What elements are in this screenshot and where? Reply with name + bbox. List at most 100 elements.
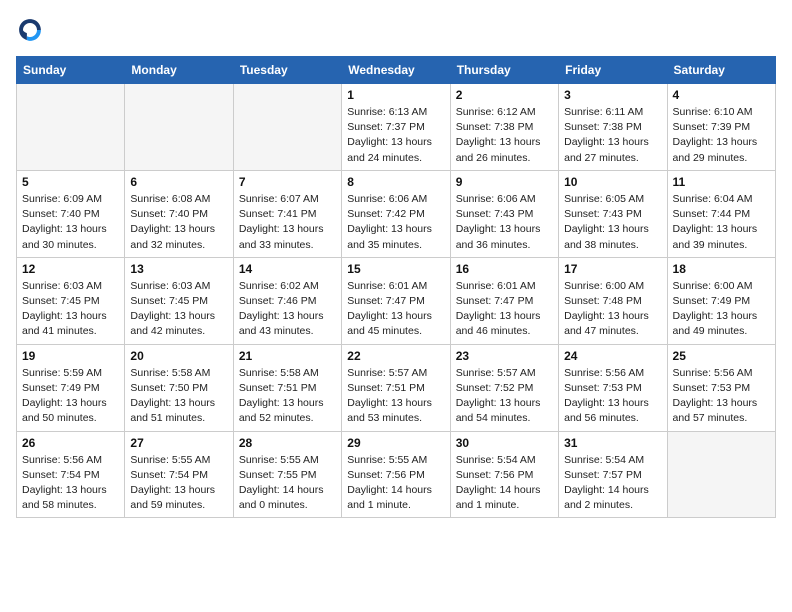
day-info: Sunrise: 5:55 AM Sunset: 7:55 PM Dayligh… <box>239 453 336 514</box>
day-info: Sunrise: 5:54 AM Sunset: 7:57 PM Dayligh… <box>564 453 661 514</box>
calendar-day-cell <box>233 84 341 171</box>
day-info: Sunrise: 6:01 AM Sunset: 7:47 PM Dayligh… <box>456 279 553 340</box>
page-header <box>16 16 776 44</box>
day-number: 6 <box>130 175 227 189</box>
logo <box>16 16 48 44</box>
day-info: Sunrise: 6:07 AM Sunset: 7:41 PM Dayligh… <box>239 192 336 253</box>
calendar-day-cell: 7Sunrise: 6:07 AM Sunset: 7:41 PM Daylig… <box>233 170 341 257</box>
calendar-day-cell: 18 Sunrise: 6:00 AM Sunset: 7:49 PM Dayli… <box>667 257 775 344</box>
day-number: 24 <box>564 349 661 363</box>
day-info: Sunrise: 6:13 AM Sunset: 7:37 PM Dayligh… <box>347 105 444 166</box>
calendar-day-cell: 27Sunrise: 5:55 AM Sunset: 7:54 PM Dayli… <box>125 431 233 518</box>
calendar-day-cell: 29 Sunrise: 5:55 AM Sunset: 7:56 PM Dayli… <box>342 431 450 518</box>
day-info: Sunrise: 6:00 AM Sunset: 7:48 PM Dayligh… <box>564 279 661 340</box>
logo-icon <box>16 16 44 44</box>
calendar-day-cell: 19 Sunrise: 5:59 AM Sunset: 7:49 PM Dayli… <box>17 344 125 431</box>
day-number: 14 <box>239 262 336 276</box>
day-info: Sunrise: 6:11 AM Sunset: 7:38 PM Dayligh… <box>564 105 661 166</box>
day-info: Sunrise: 5:57 AM Sunset: 7:51 PM Dayligh… <box>347 366 444 427</box>
day-number: 28 <box>239 436 336 450</box>
calendar-day-cell: 6 Sunrise: 6:08 AM Sunset: 7:40 PM Daylig… <box>125 170 233 257</box>
day-info: Sunrise: 5:54 AM Sunset: 7:56 PM Dayligh… <box>456 453 553 514</box>
day-number: 17 <box>564 262 661 276</box>
day-info: Sunrise: 6:06 AM Sunset: 7:42 PM Dayligh… <box>347 192 444 253</box>
day-info: Sunrise: 5:58 AM Sunset: 7:50 PM Dayligh… <box>130 366 227 427</box>
calendar-day-cell: 14 Sunrise: 6:02 AM Sunset: 7:46 PM Dayli… <box>233 257 341 344</box>
weekday-header: Friday <box>559 57 667 84</box>
day-number: 5 <box>22 175 119 189</box>
day-info: Sunrise: 5:58 AM Sunset: 7:51 PM Dayligh… <box>239 366 336 427</box>
day-number: 29 <box>347 436 444 450</box>
day-number: 19 <box>22 349 119 363</box>
day-number: 4 <box>673 88 770 102</box>
calendar-day-cell <box>125 84 233 171</box>
calendar-day-cell: 2Sunrise: 6:12 AM Sunset: 7:38 PM Daylig… <box>450 84 558 171</box>
calendar-day-cell: 21 Sunrise: 5:58 AM Sunset: 7:51 PM Dayli… <box>233 344 341 431</box>
calendar-day-cell <box>17 84 125 171</box>
weekday-header: Saturday <box>667 57 775 84</box>
day-info: Sunrise: 6:03 AM Sunset: 7:45 PM Dayligh… <box>130 279 227 340</box>
day-info: Sunrise: 6:00 AM Sunset: 7:49 PM Dayligh… <box>673 279 770 340</box>
calendar-day-cell: 11Sunrise: 6:04 AM Sunset: 7:44 PM Dayli… <box>667 170 775 257</box>
day-number: 25 <box>673 349 770 363</box>
weekday-header: Thursday <box>450 57 558 84</box>
calendar-day-cell: 30 Sunrise: 5:54 AM Sunset: 7:56 PM Dayli… <box>450 431 558 518</box>
calendar-week-row: 1 Sunrise: 6:13 AM Sunset: 7:37 PM Daylig… <box>17 84 776 171</box>
calendar-day-cell: 10 Sunrise: 6:05 AM Sunset: 7:43 PM Dayli… <box>559 170 667 257</box>
calendar-day-cell: 23 Sunrise: 5:57 AM Sunset: 7:52 PM Dayli… <box>450 344 558 431</box>
day-info: Sunrise: 6:04 AM Sunset: 7:44 PM Dayligh… <box>673 192 770 253</box>
day-number: 15 <box>347 262 444 276</box>
day-number: 31 <box>564 436 661 450</box>
calendar-day-cell: 24 Sunrise: 5:56 AM Sunset: 7:53 PM Dayli… <box>559 344 667 431</box>
calendar-day-cell: 4Sunrise: 6:10 AM Sunset: 7:39 PM Daylig… <box>667 84 775 171</box>
day-info: Sunrise: 5:56 AM Sunset: 7:53 PM Dayligh… <box>673 366 770 427</box>
calendar-day-cell: 9 Sunrise: 6:06 AM Sunset: 7:43 PM Daylig… <box>450 170 558 257</box>
day-number: 9 <box>456 175 553 189</box>
calendar-day-cell: 25 Sunrise: 5:56 AM Sunset: 7:53 PM Dayli… <box>667 344 775 431</box>
weekday-header: Sunday <box>17 57 125 84</box>
day-number: 30 <box>456 436 553 450</box>
day-info: Sunrise: 5:56 AM Sunset: 7:53 PM Dayligh… <box>564 366 661 427</box>
day-number: 1 <box>347 88 444 102</box>
day-number: 23 <box>456 349 553 363</box>
calendar-week-row: 12 Sunrise: 6:03 AM Sunset: 7:45 PM Dayli… <box>17 257 776 344</box>
day-number: 18 <box>673 262 770 276</box>
calendar-header-row: SundayMondayTuesdayWednesdayThursdayFrid… <box>17 57 776 84</box>
calendar-week-row: 5Sunrise: 6:09 AM Sunset: 7:40 PM Daylig… <box>17 170 776 257</box>
day-number: 16 <box>456 262 553 276</box>
calendar-day-cell: 12 Sunrise: 6:03 AM Sunset: 7:45 PM Dayli… <box>17 257 125 344</box>
day-number: 10 <box>564 175 661 189</box>
day-info: Sunrise: 5:57 AM Sunset: 7:52 PM Dayligh… <box>456 366 553 427</box>
calendar-day-cell: 15 Sunrise: 6:01 AM Sunset: 7:47 PM Dayli… <box>342 257 450 344</box>
day-info: Sunrise: 6:02 AM Sunset: 7:46 PM Dayligh… <box>239 279 336 340</box>
day-info: Sunrise: 6:08 AM Sunset: 7:40 PM Dayligh… <box>130 192 227 253</box>
weekday-header: Tuesday <box>233 57 341 84</box>
calendar-table: SundayMondayTuesdayWednesdayThursdayFrid… <box>16 56 776 518</box>
day-number: 20 <box>130 349 227 363</box>
day-info: Sunrise: 6:01 AM Sunset: 7:47 PM Dayligh… <box>347 279 444 340</box>
calendar-day-cell: 22 Sunrise: 5:57 AM Sunset: 7:51 PM Dayli… <box>342 344 450 431</box>
day-number: 21 <box>239 349 336 363</box>
weekday-header: Wednesday <box>342 57 450 84</box>
calendar-day-cell: 17 Sunrise: 6:00 AM Sunset: 7:48 PM Dayli… <box>559 257 667 344</box>
day-info: Sunrise: 6:06 AM Sunset: 7:43 PM Dayligh… <box>456 192 553 253</box>
day-info: Sunrise: 5:59 AM Sunset: 7:49 PM Dayligh… <box>22 366 119 427</box>
calendar-day-cell: 13 Sunrise: 6:03 AM Sunset: 7:45 PM Dayli… <box>125 257 233 344</box>
day-number: 12 <box>22 262 119 276</box>
day-info: Sunrise: 5:55 AM Sunset: 7:54 PM Dayligh… <box>130 453 227 514</box>
day-number: 13 <box>130 262 227 276</box>
day-number: 3 <box>564 88 661 102</box>
calendar-day-cell: 16 Sunrise: 6:01 AM Sunset: 7:47 PM Dayli… <box>450 257 558 344</box>
day-info: Sunrise: 5:55 AM Sunset: 7:56 PM Dayligh… <box>347 453 444 514</box>
calendar-day-cell <box>667 431 775 518</box>
calendar-day-cell: 5Sunrise: 6:09 AM Sunset: 7:40 PM Daylig… <box>17 170 125 257</box>
calendar-day-cell: 1 Sunrise: 6:13 AM Sunset: 7:37 PM Daylig… <box>342 84 450 171</box>
day-number: 26 <box>22 436 119 450</box>
day-info: Sunrise: 6:05 AM Sunset: 7:43 PM Dayligh… <box>564 192 661 253</box>
calendar-day-cell: 8Sunrise: 6:06 AM Sunset: 7:42 PM Daylig… <box>342 170 450 257</box>
day-number: 22 <box>347 349 444 363</box>
calendar-day-cell: 3 Sunrise: 6:11 AM Sunset: 7:38 PM Daylig… <box>559 84 667 171</box>
calendar-week-row: 19 Sunrise: 5:59 AM Sunset: 7:49 PM Dayli… <box>17 344 776 431</box>
day-info: Sunrise: 6:03 AM Sunset: 7:45 PM Dayligh… <box>22 279 119 340</box>
calendar-day-cell: 28 Sunrise: 5:55 AM Sunset: 7:55 PM Dayli… <box>233 431 341 518</box>
